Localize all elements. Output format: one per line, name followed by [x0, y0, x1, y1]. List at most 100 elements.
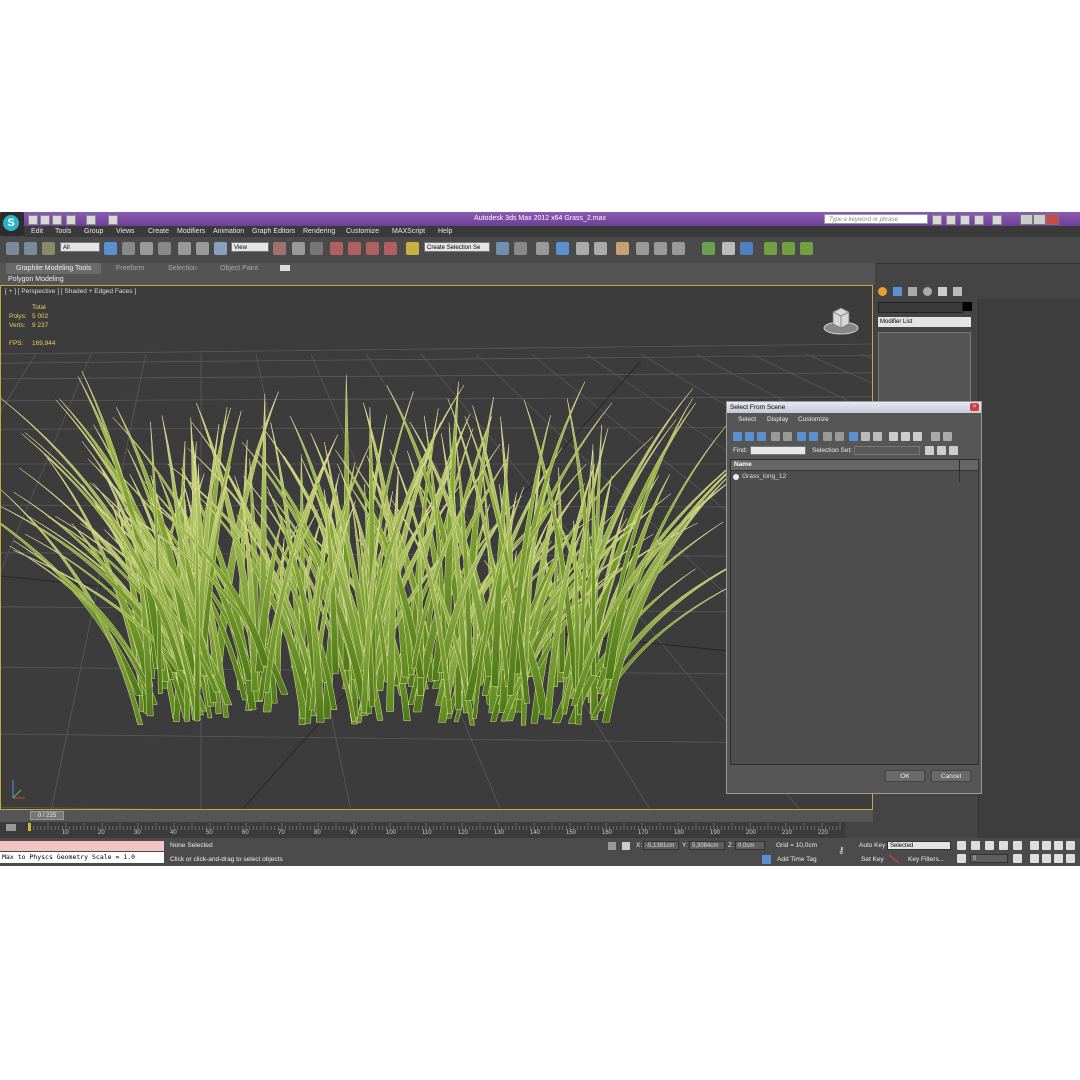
display-shapes-icon[interactable] [745, 432, 754, 441]
dialog-menu-display[interactable]: Display [767, 416, 788, 423]
time-configuration-icon[interactable] [1013, 854, 1022, 863]
scene-object-list[interactable]: Name Grass_long_12 [730, 459, 979, 765]
maxscript-listener-input[interactable] [0, 841, 164, 851]
x-coordinate-field[interactable]: -5,1381cm [643, 841, 679, 850]
utilities-tab-icon[interactable] [953, 287, 962, 296]
display-groups-icon[interactable] [809, 432, 818, 441]
selection-set-edit-icon[interactable] [937, 446, 946, 455]
menu-graph-editors[interactable]: Graph Editors [252, 226, 295, 237]
tab-object-paint[interactable]: Object Paint [210, 263, 268, 274]
tab-graphite-modeling[interactable]: Graphite Modeling Tools [6, 263, 102, 274]
motion-tab-icon[interactable] [923, 287, 932, 296]
move-icon[interactable] [178, 242, 191, 255]
menu-edit[interactable]: Edit [31, 226, 43, 237]
layer-manager-icon[interactable] [536, 242, 549, 255]
cancel-button[interactable]: Cancel [931, 770, 971, 782]
selection-set-remove-icon[interactable] [949, 446, 958, 455]
zoom-all-icon[interactable] [1042, 841, 1051, 850]
material-editor-icon[interactable] [616, 242, 629, 255]
minimize-button[interactable] [1020, 214, 1033, 225]
display-bones-icon[interactable] [835, 432, 844, 441]
menu-rendering[interactable]: Rendering [303, 226, 335, 237]
physx-plugin-icon[interactable] [702, 242, 715, 255]
new-file-icon[interactable] [28, 215, 38, 225]
menu-group[interactable]: Group [84, 226, 103, 237]
window-crossing-icon[interactable] [158, 242, 171, 255]
trackbar[interactable]: 10 20 30 40 50 60 70 80 90 100 110 120 130 140 150 160 1… [0, 822, 845, 838]
physx-play-icon[interactable] [782, 242, 795, 255]
search-input[interactable]: Type a keyword or phrase [824, 214, 928, 224]
graphite-toggle-icon[interactable] [556, 242, 569, 255]
key-filters-button[interactable]: Key Filters... [908, 856, 944, 863]
keyboard-shortcut-icon[interactable] [310, 242, 323, 255]
time-slider-track[interactable]: 0 / 225 [0, 810, 873, 822]
redo-icon[interactable] [86, 215, 96, 225]
subscription-icon[interactable] [946, 215, 956, 225]
object-color-swatch[interactable] [963, 302, 972, 311]
go-to-start-icon[interactable] [957, 841, 966, 850]
ok-button[interactable]: OK [885, 770, 925, 782]
hierarchy-tab-icon[interactable] [908, 287, 917, 296]
y-coordinate-field[interactable]: 5,3084cm [689, 841, 725, 850]
modify-tab-icon[interactable] [893, 287, 902, 296]
ribbon-options-icon[interactable] [280, 265, 290, 271]
binoculars-icon[interactable] [932, 215, 942, 225]
close-button[interactable] [1046, 214, 1059, 225]
select-manipulate-icon[interactable] [292, 242, 305, 255]
filter-icon[interactable] [931, 432, 940, 441]
display-tab-icon[interactable] [938, 287, 947, 296]
mirror-icon[interactable] [496, 242, 509, 255]
ribbon-polygon-modeling[interactable]: Polygon Modeling [8, 274, 64, 285]
align-icon[interactable] [514, 242, 527, 255]
select-object-icon[interactable] [104, 242, 117, 255]
percent-snap-icon[interactable] [366, 242, 379, 255]
select-invert-icon[interactable] [913, 432, 922, 441]
lock-selection-icon[interactable] [608, 842, 616, 850]
physx-objects-icon[interactable] [722, 242, 735, 255]
go-to-end-icon[interactable] [1013, 841, 1022, 850]
display-helpers-icon[interactable] [783, 432, 792, 441]
zoom-extents-icon[interactable] [1054, 841, 1063, 850]
object-name-field[interactable] [878, 302, 963, 313]
orbit-icon[interactable] [1054, 854, 1063, 863]
project-folder-icon[interactable] [108, 215, 118, 225]
menu-modifiers[interactable]: Modifiers [177, 226, 205, 237]
key-mode-toggle-icon[interactable] [957, 854, 966, 863]
current-frame-field[interactable]: 0 [970, 854, 1008, 863]
add-time-tag-button[interactable]: Add Time Tag [777, 856, 817, 863]
selection-set-add-icon[interactable] [925, 446, 934, 455]
rendered-frame-icon[interactable] [654, 242, 667, 255]
bind-spacewarp-icon[interactable] [42, 242, 55, 255]
rotate-icon[interactable] [196, 242, 209, 255]
selection-filter-dropdown[interactable]: All [60, 242, 100, 252]
time-tag-icon[interactable] [762, 855, 771, 864]
display-lights-icon[interactable] [757, 432, 766, 441]
key-mode-dropdown[interactable]: Selected [887, 841, 951, 850]
list-item[interactable]: Grass_long_12 [733, 473, 958, 482]
display-geometry-icon[interactable] [733, 432, 742, 441]
previous-frame-icon[interactable] [971, 841, 980, 850]
angle-snap-icon[interactable] [348, 242, 361, 255]
column-name-header[interactable]: Name [734, 461, 752, 468]
key-filter-pen-icon[interactable] [888, 854, 900, 864]
physx-reset-icon[interactable] [800, 242, 813, 255]
scale-icon[interactable] [214, 242, 227, 255]
create-tab-icon[interactable] [878, 287, 887, 296]
named-selection-dropdown[interactable]: Create Selection Se [424, 242, 490, 252]
menu-tools[interactable]: Tools [55, 226, 71, 237]
menu-views[interactable]: Views [116, 226, 135, 237]
reference-coord-dropdown[interactable]: View [231, 242, 269, 252]
display-xrefs-icon[interactable] [823, 432, 832, 441]
pivot-center-icon[interactable] [273, 242, 286, 255]
tab-selection[interactable]: Selection [158, 263, 207, 274]
select-by-name-icon[interactable] [122, 242, 135, 255]
display-invert-icon[interactable] [873, 432, 882, 441]
absolute-mode-icon[interactable] [622, 842, 630, 850]
maximize-button[interactable] [1033, 214, 1046, 225]
find-input[interactable] [750, 446, 806, 455]
undo-icon[interactable] [66, 215, 76, 225]
zoom-extents-all-icon[interactable] [1066, 841, 1075, 850]
display-all-icon[interactable] [849, 432, 858, 441]
physx-simulate-icon[interactable] [764, 242, 777, 255]
display-spacewarps-icon[interactable] [797, 432, 806, 441]
